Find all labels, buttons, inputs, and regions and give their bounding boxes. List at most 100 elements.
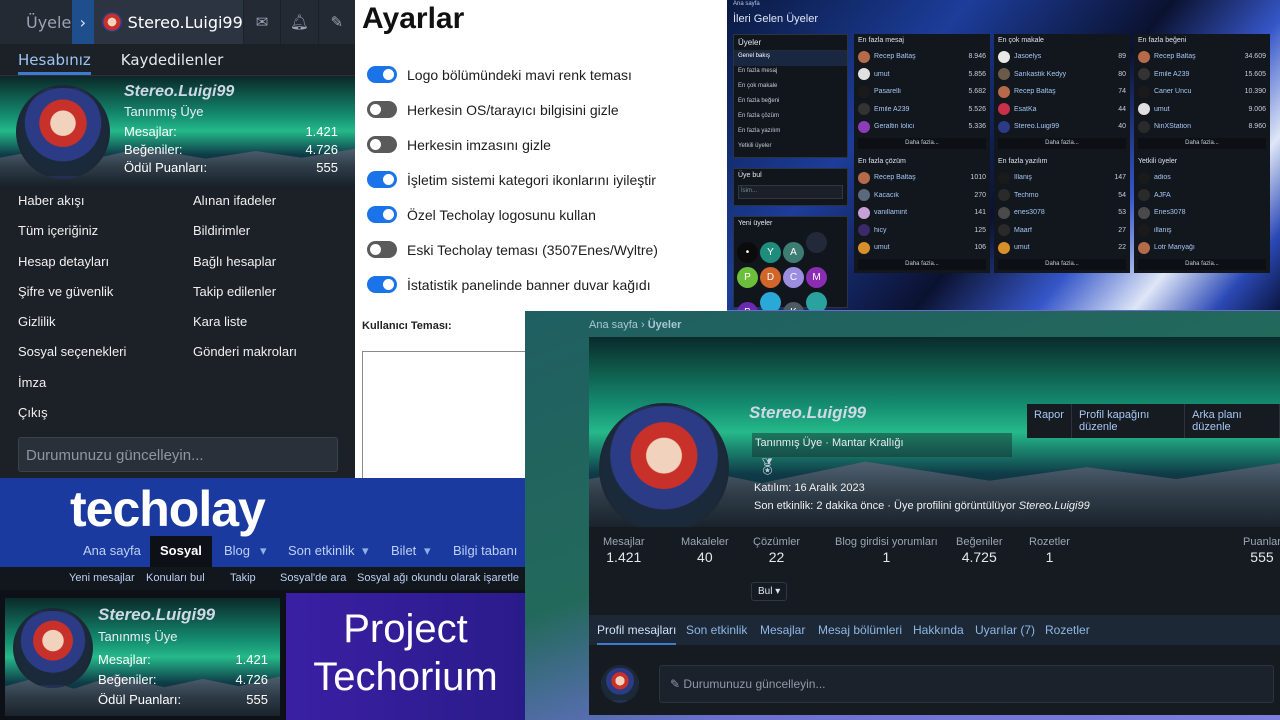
more-button[interactable]: Daha fazla... — [1138, 137, 1266, 149]
list-item[interactable]: Jasoelys 89 — [994, 48, 1130, 66]
toggle-switch[interactable] — [367, 241, 397, 258]
subnav-find-threads[interactable]: Konuları bul — [146, 572, 205, 584]
stat-articles[interactable]: Makaleler 40 — [681, 536, 729, 565]
list-item[interactable]: umut 22 — [994, 239, 1130, 257]
tab-warnings[interactable]: Uyarılar (7) — [975, 623, 1035, 637]
sidebar-item[interactable]: Yetkili üyeler — [734, 141, 847, 156]
more-button[interactable]: Daha fazla... — [858, 258, 986, 270]
nav-blog[interactable]: Blog — [224, 543, 250, 558]
nav-activity[interactable]: Son etkinlik — [288, 543, 354, 558]
more-button[interactable]: Daha fazla... — [998, 137, 1126, 149]
menu-privacy[interactable]: Gizlilik — [18, 307, 193, 337]
edit-cover-button[interactable]: Profil kapağını düzenle — [1072, 404, 1186, 438]
list-item[interactable]: umut 106 — [854, 239, 990, 257]
tab-about[interactable]: Hakkında — [913, 623, 964, 637]
list-item[interactable]: Emile A239 5.526 — [854, 101, 990, 119]
toggle-row[interactable]: İşletim sistemi kategori ikonlarını iyil… — [367, 171, 656, 188]
avatar[interactable] — [16, 85, 110, 179]
more-button[interactable]: Daha fazla... — [1138, 258, 1266, 270]
inbox-icon[interactable]: ✉ — [242, 0, 280, 44]
toggle-switch[interactable] — [367, 136, 397, 153]
find-member-input[interactable]: İsim... — [738, 185, 843, 199]
avatar[interactable]: K — [783, 302, 804, 310]
avatar[interactable] — [806, 292, 827, 310]
list-item[interactable]: Enes3078 — [1134, 204, 1270, 222]
sidebar-item[interactable]: Genel bakış — [734, 51, 847, 66]
profile-name[interactable]: Stereo.Luigi99 — [124, 83, 234, 101]
tab-latest-activity[interactable]: Son etkinlik — [686, 623, 747, 637]
toggle-switch[interactable] — [367, 276, 397, 293]
list-item[interactable]: Stereo.Luigi99 40 — [994, 118, 1130, 136]
list-item[interactable]: vanillamint 141 — [854, 204, 990, 222]
nav-knowledge-base[interactable]: Bilgi tabanı — [453, 543, 517, 558]
tab-threads[interactable]: Mesaj bölümleri — [818, 623, 902, 637]
nav-social[interactable]: Sosyal — [150, 536, 212, 567]
list-item[interactable]: Caner Uncu 10.390 — [1134, 83, 1270, 101]
list-item[interactable]: Lotr Mariyağı — [1134, 239, 1270, 257]
list-item[interactable]: Emile A239 15.605 — [1134, 66, 1270, 84]
more-button[interactable]: Daha fazla... — [998, 258, 1126, 270]
list-item[interactable]: Pasarelli 5.682 — [854, 83, 990, 101]
menu-account-details[interactable]: Hesap detayları — [18, 247, 193, 277]
sidebar-item[interactable]: En fazla çözüm — [734, 111, 847, 126]
list-item[interactable]: Recep Baltaş 1010 — [854, 169, 990, 187]
toggle-switch[interactable] — [367, 101, 397, 118]
avatar[interactable] — [806, 232, 827, 253]
avatar[interactable] — [601, 665, 639, 703]
stat-badges[interactable]: Rozetler 1 — [1029, 536, 1070, 565]
stat-likes[interactable]: Beğeniler 4.725 — [956, 536, 1002, 565]
list-item[interactable]: Recep Baltaş 34.609 — [1134, 48, 1270, 66]
list-item[interactable]: Geraltin lolici 5.336 — [854, 118, 990, 136]
status-input[interactable]: Durumunuzu güncelleyin... — [18, 437, 338, 472]
tab-bookmarks[interactable]: Kaydedilenler — [121, 44, 224, 75]
menu-your-content[interactable]: Tüm içeriğiniz — [18, 216, 193, 246]
list-item[interactable]: umut 9.006 — [1134, 101, 1270, 119]
stat-points[interactable]: Puanlar 555 — [1243, 536, 1280, 565]
list-item[interactable]: Sarıkastik Kedyy 80 — [994, 66, 1130, 84]
tab-profile-posts[interactable]: Profil mesajları — [597, 623, 677, 645]
toggle-row[interactable]: Herkesin imzasını gizle — [367, 136, 551, 153]
status-input[interactable]: ✎ Durumunuzu güncelleyin... — [659, 665, 1274, 703]
avatar[interactable]: Y — [760, 242, 781, 263]
list-item[interactable]: Kacacık 270 — [854, 187, 990, 205]
list-item[interactable]: Techmo 54 — [994, 187, 1130, 205]
toggle-switch[interactable] — [367, 66, 397, 83]
members-nav-link[interactable]: Üyeler — [0, 13, 78, 32]
last-activity-user[interactable]: Stereo.Luigi99 — [1019, 500, 1090, 512]
nav-ticket[interactable]: Bilet — [391, 543, 416, 558]
tab-postings[interactable]: Mesajlar — [760, 623, 805, 637]
avatar[interactable] — [760, 292, 781, 310]
sidebar-item[interactable]: En fazla mesaj — [734, 66, 847, 81]
breadcrumb-members[interactable]: Üyeler — [648, 319, 682, 331]
toggle-row[interactable]: İstatistik panelinde banner duvar kağıdı — [367, 276, 651, 293]
find-dropdown[interactable]: Bul ▾ — [751, 582, 788, 601]
toggle-row[interactable]: Herkesin OS/tarayıcı bilgisini gizle — [367, 101, 619, 118]
bell-icon[interactable]: 🔔︎ — [280, 0, 317, 44]
breadcrumb-home[interactable]: Ana sayfa — [589, 319, 638, 331]
stat-solutions[interactable]: Çözümler 22 — [753, 536, 800, 565]
list-item[interactable]: hicy 125 — [854, 222, 990, 240]
list-item[interactable]: umut 5.856 — [854, 66, 990, 84]
subnav-new-posts[interactable]: Yeni mesajlar — [69, 572, 135, 584]
list-item[interactable]: EsatKa 44 — [994, 101, 1130, 119]
chevron-down-icon[interactable]: ▾ — [362, 543, 369, 559]
menu-social-options[interactable]: Sosyal seçenekleri — [18, 337, 193, 367]
tab-your-account[interactable]: Hesabınız — [18, 44, 91, 75]
menu-post-macros[interactable]: Gönderi makroları — [193, 337, 353, 367]
more-button[interactable]: Daha fazla... — [858, 137, 986, 149]
site-logo[interactable]: techolay — [70, 480, 266, 538]
menu-signature[interactable]: İmza — [18, 368, 193, 398]
list-item[interactable]: enes3078 53 — [994, 204, 1130, 222]
toggle-switch[interactable] — [367, 206, 397, 223]
stat-blog-comments[interactable]: Blog girdisi yorumları 1 — [835, 536, 938, 565]
sidebar-item[interactable]: En çok makale — [734, 81, 847, 96]
menu-alerts[interactable]: Bildirimler — [193, 216, 353, 246]
toggle-row[interactable]: Eski Techolay teması (3507Enes/Wyltre) — [367, 241, 658, 258]
theme-textarea[interactable] — [362, 351, 532, 481]
subnav-mark-read[interactable]: Sosyal ağı okundu olarak işaretle — [357, 572, 519, 584]
avatar[interactable] — [13, 608, 93, 688]
list-item[interactable]: Recep Baltaş 74 — [994, 83, 1130, 101]
menu-reactions-received[interactable]: Alınan ifadeler — [193, 186, 353, 216]
edit-background-button[interactable]: Arka planı düzenle — [1185, 404, 1280, 438]
breadcrumb[interactable]: Ana sayfa — [733, 1, 760, 7]
